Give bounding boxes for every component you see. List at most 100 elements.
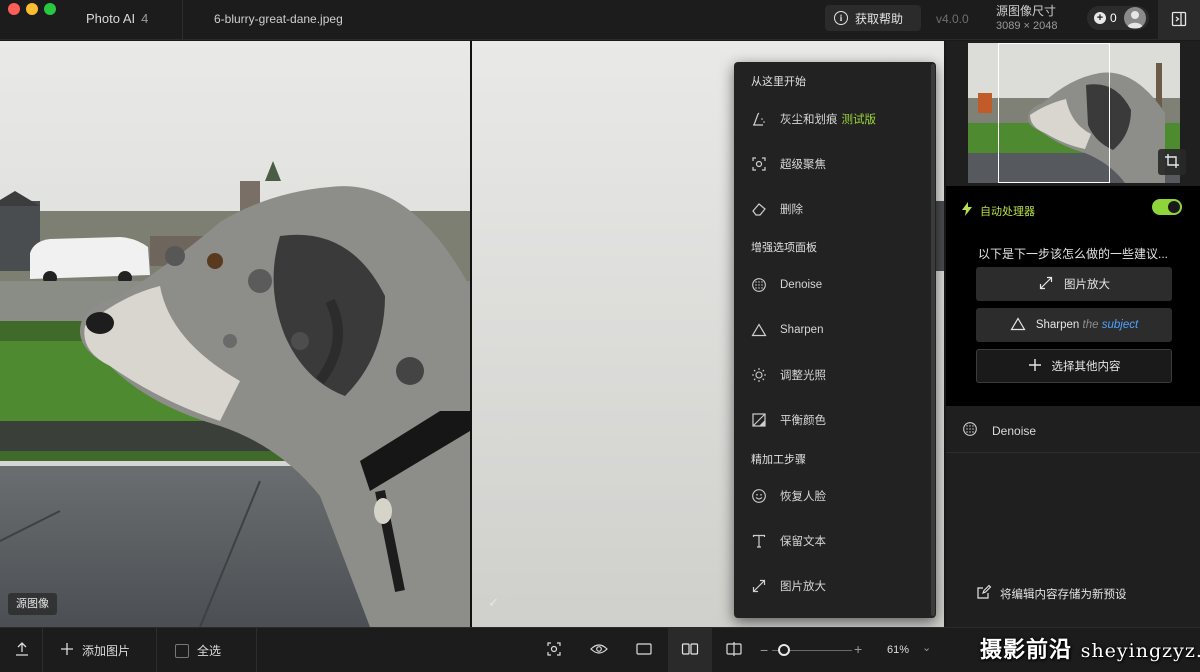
check-icon[interactable]: ✓	[488, 595, 499, 611]
watermark: 摄影前沿 sheyingzyz.com	[980, 632, 1200, 664]
watermark-text: 摄影前沿	[980, 638, 1073, 663]
split-view-icon	[725, 641, 743, 660]
eraser-icon	[750, 200, 768, 218]
divider	[182, 0, 183, 40]
select-all-label: 全选	[197, 644, 222, 658]
edit-note-icon	[976, 584, 992, 603]
split-view-button[interactable]	[714, 628, 754, 672]
add-image-button[interactable]: 添加图片	[60, 628, 130, 672]
menu-item-preserve-text[interactable]: 保留文本	[734, 524, 930, 558]
sharpen-the: the	[1082, 319, 1099, 331]
menu-item-label: 超级聚焦	[780, 159, 826, 171]
menu-item-upscale[interactable]: 图片放大	[734, 569, 930, 603]
navigator-viewport-frame[interactable]	[998, 43, 1110, 183]
bottom-toolbar: 添加图片 全选 − + 61% ⌄ 摄影前沿 sheyingzyz.	[0, 627, 1200, 672]
zoom-level[interactable]: 61%	[887, 644, 909, 656]
menu-item-label: 平衡颜色	[780, 415, 826, 427]
focus-select-button[interactable]	[534, 628, 574, 672]
menu-item-label: 恢复人脸	[780, 491, 826, 503]
lightning-icon	[962, 202, 972, 219]
denoise-panel-row[interactable]: Denoise	[946, 409, 1200, 453]
upscale-icon	[1038, 275, 1054, 294]
menu-item-denoise[interactable]: Denoise	[734, 268, 930, 302]
focus-icon	[750, 155, 768, 173]
dust-brush-icon	[750, 110, 768, 128]
title-bar: Photo AI 4 6-blurry-great-dane.jpeg i 获取帮…	[0, 0, 1200, 40]
select-other-label: 选择其他内容	[1051, 361, 1121, 373]
export-button[interactable]	[2, 628, 42, 672]
file-name: 6-blurry-great-dane.jpeg	[214, 12, 343, 26]
menu-scrollbar[interactable]	[931, 64, 935, 616]
crop-icon	[1164, 153, 1180, 172]
watermark-url: sheyingzyz.com	[1080, 640, 1200, 662]
preview-toggle-button[interactable]	[579, 628, 619, 672]
eye-icon	[590, 641, 608, 660]
single-view-icon	[635, 641, 653, 660]
triangle-icon	[1010, 316, 1026, 335]
menu-item-label: 保留文本	[780, 536, 826, 548]
side-by-side-view-button[interactable]	[668, 628, 712, 672]
info-icon: i	[834, 11, 848, 25]
zoom-in-icon[interactable]: +	[854, 641, 862, 657]
divider	[256, 628, 257, 672]
sharpen-label: Sharpen	[1035, 319, 1080, 331]
color-balance-icon	[750, 411, 768, 429]
chevron-down-icon[interactable]: ⌄	[922, 641, 931, 654]
suggestion-text: 以下是下一步该怎么做的一些建议...	[977, 247, 1168, 261]
menu-item-adjust-lighting[interactable]: 调整光照	[734, 358, 930, 392]
version-label: v4.0.0	[936, 12, 969, 26]
sharpen-suggestion-button[interactable]: Sharpen the subject	[976, 308, 1172, 342]
autopilot-toggle[interactable]	[1152, 199, 1182, 215]
upscale-suggestion-button[interactable]: 图片放大	[976, 267, 1172, 301]
right-panel: 自动处理器 以下是下一步该怎么做的一些建议... 图片放大 Sharpen th…	[946, 41, 1200, 627]
plus-icon: +	[1094, 12, 1106, 24]
menu-item-remove[interactable]: 删除	[734, 192, 930, 226]
zoom-window-button[interactable]	[44, 3, 56, 15]
select-other-button[interactable]: 选择其他内容	[976, 349, 1172, 383]
zoom-slider-knob[interactable]	[778, 644, 790, 656]
app-version-badge: 4	[141, 11, 149, 26]
menu-section-start: 从这里开始	[751, 76, 806, 88]
autopilot-section: 自动处理器 以下是下一步该怎么做的一些建议... 图片放大 Sharpen th…	[946, 186, 1200, 406]
save-preset-label: 将编辑内容存储为新预设	[1000, 588, 1127, 601]
menu-item-label: 调整光照	[780, 370, 826, 382]
save-preset-button[interactable]: 将编辑内容存储为新预设	[976, 584, 1127, 603]
source-image-tag: 源图像	[8, 593, 57, 615]
upload-icon	[14, 641, 30, 660]
app-title: Photo AI 4	[86, 11, 148, 26]
single-view-button[interactable]	[624, 628, 664, 672]
help-label: 获取帮助	[855, 11, 904, 26]
menu-item-dust-scratches[interactable]: 灰尘和划痕 测试版	[734, 102, 930, 136]
sharpen-subject-link[interactable]: subject	[1102, 319, 1138, 331]
menu-item-balance-color[interactable]: 平衡颜色	[734, 403, 930, 437]
source-image	[0, 41, 470, 627]
select-all-toggle[interactable]: 全选	[175, 628, 221, 672]
denoise-label: Denoise	[992, 423, 1037, 438]
minimize-window-button[interactable]	[26, 3, 38, 15]
panel-toggle-button[interactable]	[1158, 0, 1200, 40]
menu-item-recover-faces[interactable]: 恢复人脸	[734, 479, 930, 513]
navigator-thumbnail[interactable]	[968, 43, 1180, 183]
app-name: Photo AI	[86, 11, 136, 26]
menu-item-label: Sharpen	[780, 324, 824, 336]
close-window-button[interactable]	[8, 3, 20, 15]
menu-item-sharpen[interactable]: Sharpen	[734, 313, 930, 347]
get-help-button[interactable]: i 获取帮助	[825, 5, 921, 31]
focus-icon	[546, 641, 562, 660]
avatar[interactable]	[1124, 7, 1146, 29]
source-size-value: 3089 × 2048	[996, 20, 1058, 32]
menu-section-enhance: 增强选项面板	[751, 242, 817, 254]
denoise-icon	[962, 421, 978, 440]
crop-button[interactable]	[1158, 149, 1186, 175]
light-icon	[750, 366, 768, 384]
divider	[42, 628, 43, 672]
triangle-icon	[750, 321, 768, 339]
autopilot-header: 自动处理器	[962, 202, 1035, 219]
menu-item-super-focus[interactable]: 超级聚焦	[734, 147, 930, 181]
upscale-label: 图片放大	[1064, 279, 1110, 291]
autopilot-label: 自动处理器	[980, 205, 1035, 218]
sidebar-toggle-icon	[1171, 11, 1187, 30]
zoom-out-icon[interactable]: −	[760, 642, 768, 658]
select-all-checkbox[interactable]	[175, 643, 189, 658]
plus-icon	[1028, 358, 1042, 375]
